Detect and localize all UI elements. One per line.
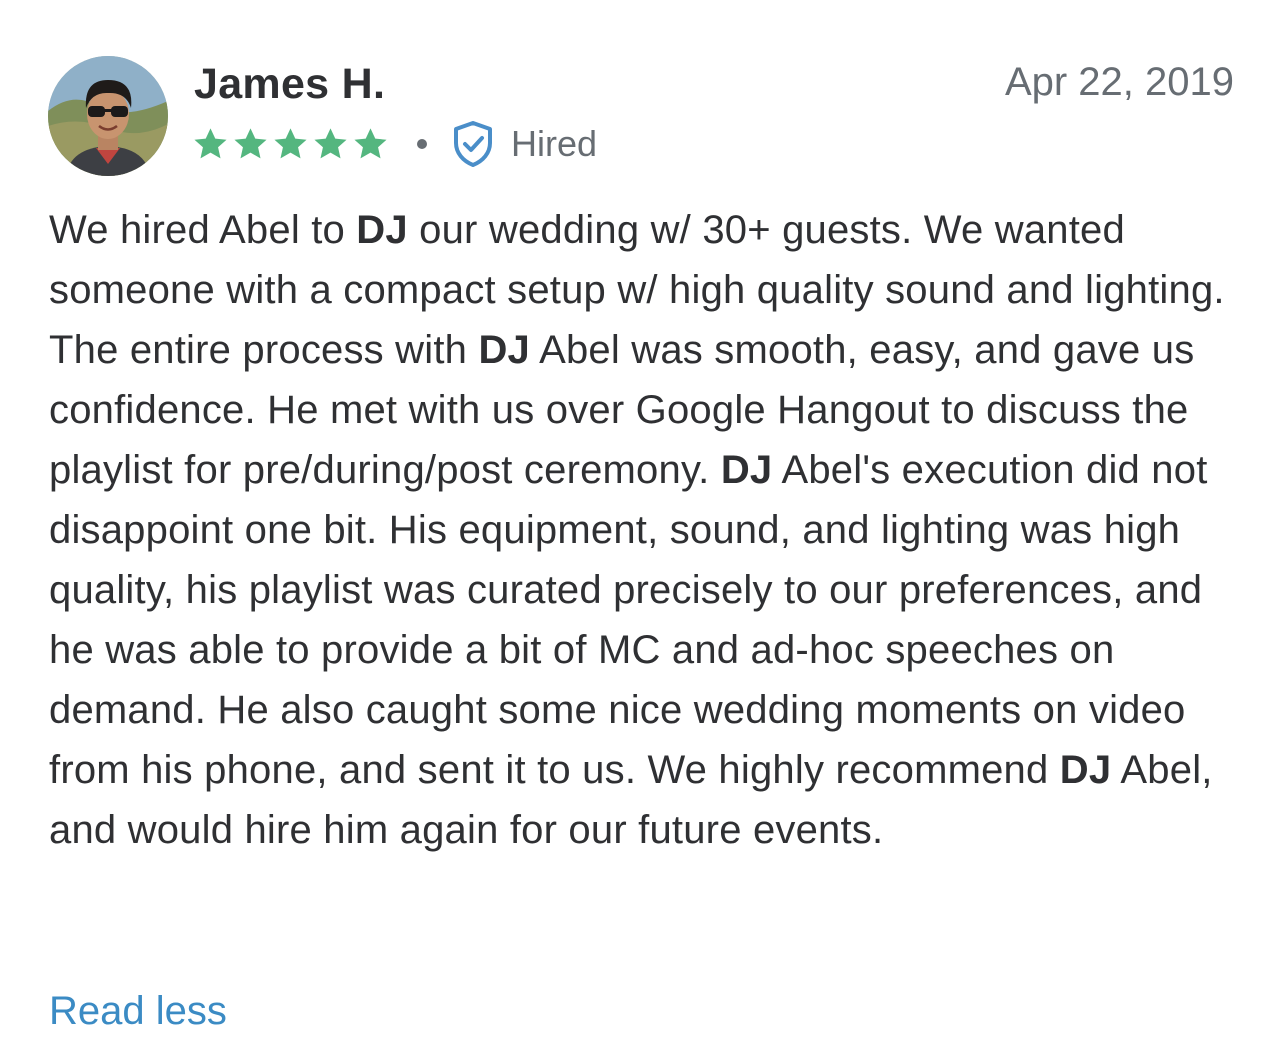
review-text-bold: DJ (1059, 748, 1112, 792)
read-less-link[interactable]: Read less (49, 983, 227, 1039)
shield-check-icon (454, 121, 492, 167)
review-text-segment: We hired Abel to (49, 208, 357, 252)
review-meta: Hired (192, 120, 597, 168)
review-text-bold: DJ (720, 448, 773, 492)
review-text-bold: DJ (478, 328, 530, 372)
review-date: Apr 22, 2019 (1004, 60, 1234, 104)
avatar-photo (48, 56, 168, 176)
star-icon (194, 127, 227, 158)
review-text-bold: DJ (356, 208, 408, 252)
star-icon (274, 127, 307, 158)
star-icon (234, 127, 267, 158)
hired-badge: Hired (451, 120, 597, 168)
review-text-segment: Abel's execution did not disappoint one … (49, 448, 1208, 792)
review-text: We hired Abel to DJ our wedding w/ 30+ g… (49, 200, 1249, 860)
reviewer-avatar (48, 56, 168, 176)
star-icon (314, 127, 347, 158)
star-icon (354, 127, 387, 158)
star-rating (192, 126, 389, 163)
reviewer-name[interactable]: James H. (194, 58, 385, 110)
hired-label: Hired (511, 123, 598, 164)
separator-dot (417, 139, 427, 149)
review-card: James H. Apr 22, 2019 Hired We hired Abe… (0, 0, 1284, 1044)
